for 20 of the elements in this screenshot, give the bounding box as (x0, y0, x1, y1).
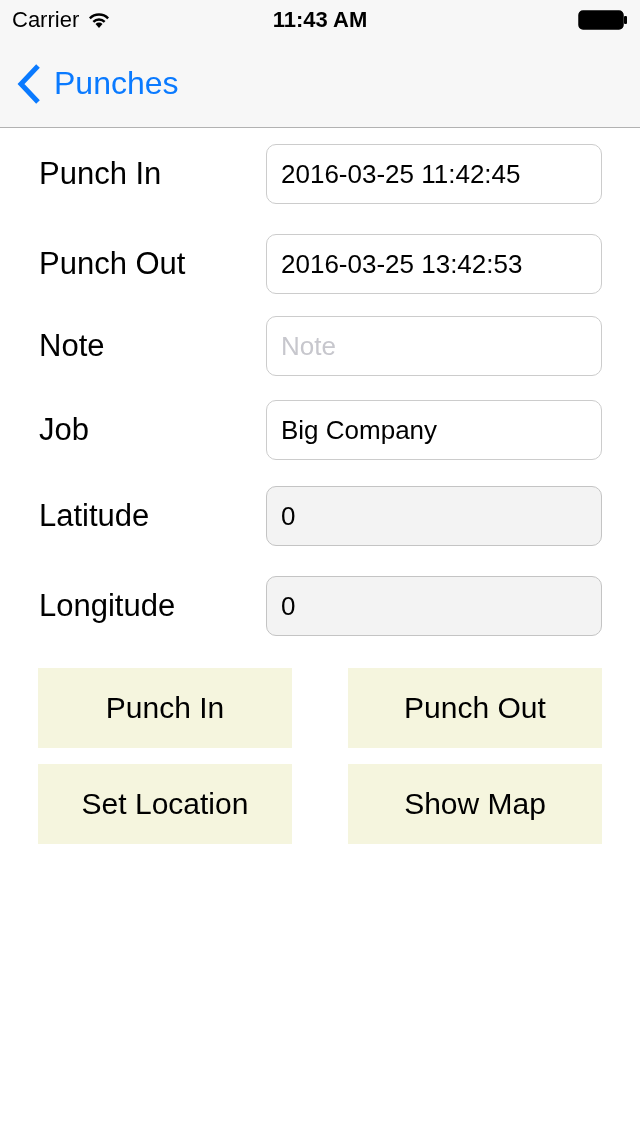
text-field[interactable]: Note (266, 316, 602, 376)
action-button[interactable]: Punch In (38, 668, 292, 748)
carrier-name: Carrier (12, 7, 80, 33)
battery-icon (578, 10, 628, 30)
action-button[interactable]: Show Map (348, 764, 602, 844)
status-time: 11:43 AM (272, 7, 368, 33)
field-label: Latitude (39, 498, 150, 534)
field-label: Job (39, 412, 89, 448)
back-chevron-icon (16, 62, 42, 105)
field-label: Note (39, 328, 105, 364)
text-field[interactable]: 2016-03-25 11:42:45 (266, 144, 602, 204)
text-field[interactable]: 2016-03-25 13:42:53 (266, 234, 602, 294)
back-button[interactable]: Punches (0, 62, 179, 105)
action-button[interactable]: Set Location (38, 764, 292, 844)
field-label: Longitude (39, 588, 176, 624)
action-button[interactable]: Punch Out (348, 668, 602, 748)
wifi-icon (87, 11, 112, 29)
field-label: Punch In (39, 156, 162, 192)
field-label: Punch Out (39, 246, 186, 282)
text-field[interactable]: Big Company (266, 400, 602, 460)
